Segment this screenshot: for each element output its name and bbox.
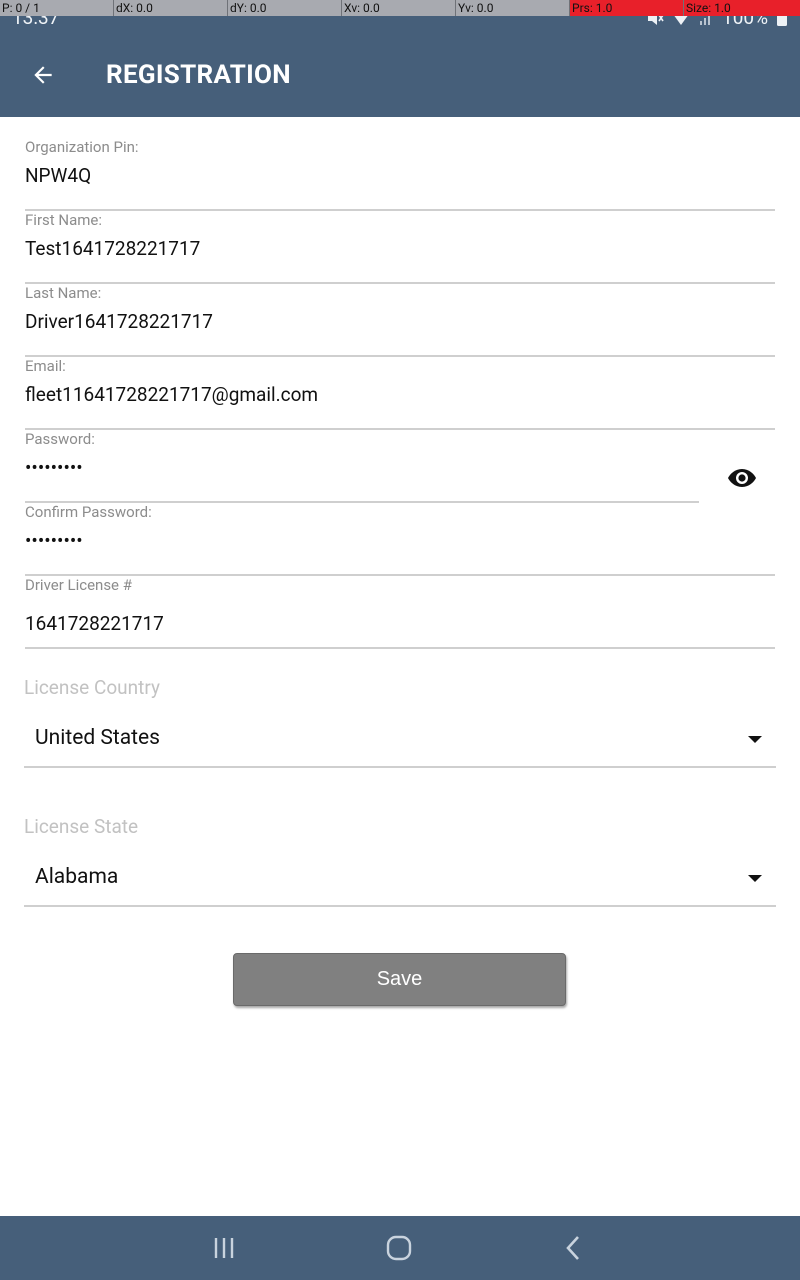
debug-pointer: P: 0 / 1 (0, 0, 114, 16)
license-country-label: License Country (24, 676, 160, 699)
chevron-left-icon (566, 1236, 579, 1260)
driver-license-input[interactable]: 1641728221717 (25, 612, 164, 635)
debug-size: Size: 1.0 (684, 0, 800, 16)
home-icon (386, 1235, 412, 1261)
driver-license-underline (25, 647, 775, 649)
arrow-left-icon (34, 66, 52, 84)
debug-pressure: Prs: 1.0 (570, 0, 684, 16)
confirm-password-input[interactable]: ••••••••• (25, 529, 83, 552)
debug-yv: Yv: 0.0 (456, 0, 570, 16)
recent-apps-icon (214, 1238, 234, 1258)
eye-icon (728, 469, 756, 487)
first-name-field[interactable]: First Name: Test1641728221717 (25, 211, 775, 284)
first-name-label: First Name: (25, 211, 102, 229)
debug-dy: dY: 0.0 (228, 0, 342, 16)
last-name-input[interactable]: Driver1641728221717 (25, 310, 213, 333)
last-name-label: Last Name: (25, 284, 102, 302)
org-pin-field[interactable]: Organization Pin: NPW4Q (25, 138, 775, 211)
debug-xv: Xv: 0.0 (342, 0, 456, 16)
email-label: Email: (25, 357, 66, 375)
license-state-underline (24, 905, 776, 907)
license-country-select[interactable]: United States (24, 712, 776, 768)
license-country-underline (24, 766, 776, 768)
password-label: Password: (25, 430, 95, 448)
page-title: REGISTRATION (106, 60, 291, 90)
license-state-select[interactable]: Alabama (24, 851, 776, 907)
password-field[interactable]: Password: ••••••••• (25, 430, 775, 503)
first-name-input[interactable]: Test1641728221717 (25, 237, 200, 260)
back-button[interactable] (26, 58, 60, 92)
system-nav-bar (0, 1216, 800, 1280)
save-button[interactable]: Save (233, 953, 566, 1006)
driver-license-label: Driver License # (25, 576, 132, 594)
dropdown-arrow-icon (748, 875, 762, 882)
nav-back-button[interactable] (554, 1232, 594, 1264)
license-state-value: Alabama (35, 865, 119, 889)
last-name-field[interactable]: Last Name: Driver1641728221717 (25, 284, 775, 357)
email-field[interactable]: Email: fleet11641728221717@gmail.com (25, 357, 775, 430)
recent-apps-button[interactable] (204, 1232, 244, 1264)
license-country-value: United States (35, 726, 160, 750)
email-input[interactable]: fleet11641728221717@gmail.com (25, 383, 318, 406)
org-pin-input[interactable]: NPW4Q (25, 164, 91, 187)
toggle-password-visibility-button[interactable] (725, 466, 759, 490)
confirm-password-label: Confirm Password: (25, 503, 152, 521)
org-pin-label: Organization Pin: (25, 138, 139, 156)
driver-license-field[interactable]: Driver License # 1641728221717 (25, 576, 775, 649)
app-bar: 13:37 100% REGISTRATION (0, 0, 800, 117)
password-input[interactable]: ••••••••• (25, 456, 83, 479)
dropdown-arrow-icon (748, 736, 762, 743)
debug-dx: dX: 0.0 (114, 0, 228, 16)
pointer-debug-bar: P: 0 / 1 dX: 0.0 dY: 0.0 Xv: 0.0 Yv: 0.0… (0, 0, 800, 16)
home-button[interactable] (379, 1232, 419, 1264)
confirm-password-field[interactable]: Confirm Password: ••••••••• (25, 503, 775, 576)
license-state-label: License State (24, 815, 139, 838)
